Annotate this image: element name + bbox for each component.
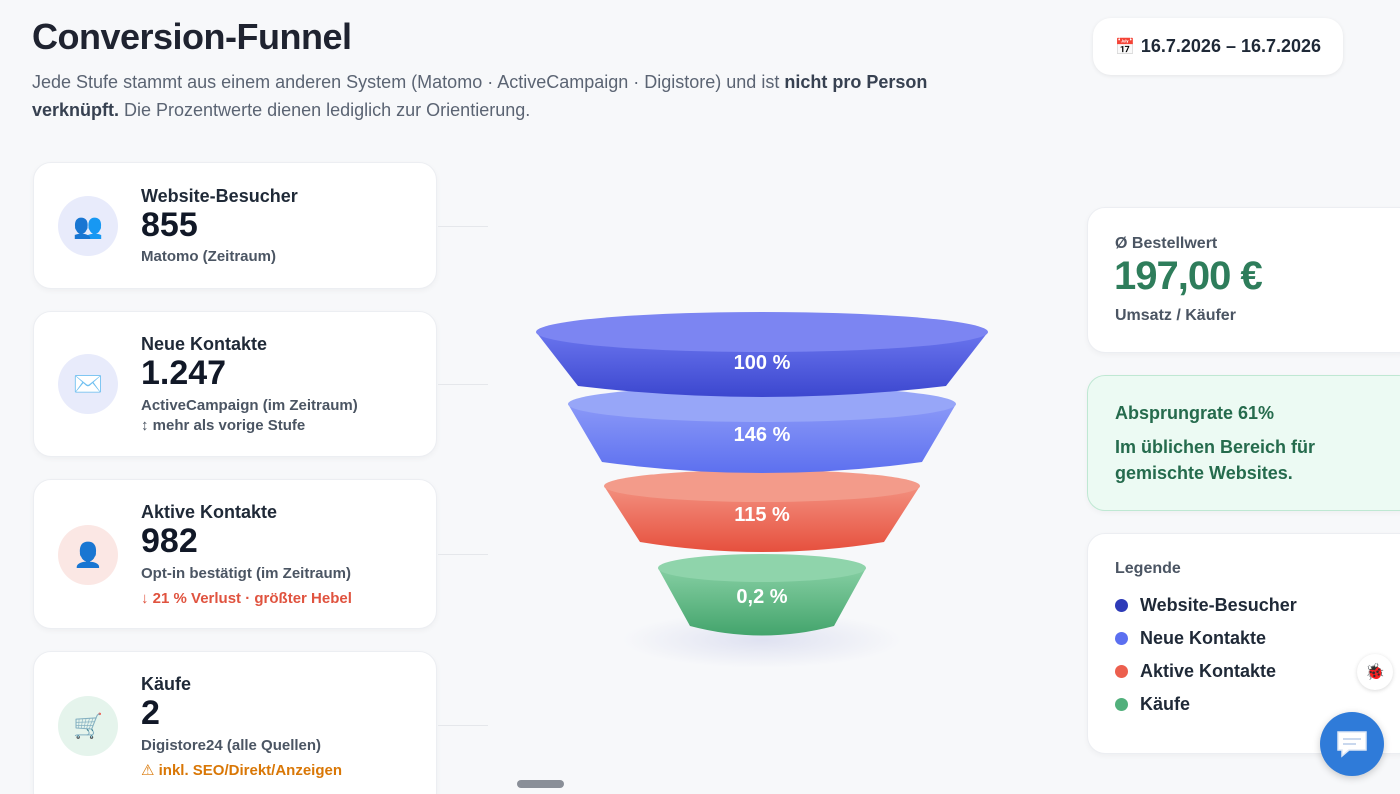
- date-range-label: 16.7.2026 – 16.7.2026: [1140, 36, 1322, 56]
- subtitle-text: Jede Stufe stammt aus einem anderen Syst…: [32, 72, 785, 92]
- date-range-picker[interactable]: 📅 16.7.2026 – 16.7.2026: [1093, 18, 1343, 75]
- legend-item-active-contacts: Aktive Kontakte: [1115, 661, 1276, 682]
- bounce-rate-card: Absprungrate 61% Im üblichen Bereich für…: [1087, 375, 1400, 511]
- page-title: Conversion-Funnel: [32, 16, 352, 57]
- aov-value: 197,00 €: [1114, 254, 1263, 298]
- stage-card-active-contacts: 👤 Aktive Kontakte 982 Opt-in bestätigt (…: [33, 479, 437, 629]
- stage-source: ActiveCampaign (im Zeitraum): [141, 397, 358, 414]
- connector-line: [438, 554, 488, 555]
- stage-card-visitors: 👥 Website-Besucher 855 Matomo (Zeitraum): [33, 162, 437, 289]
- funnel-percent-purchases: 0,2 %: [736, 586, 788, 608]
- scroll-handle[interactable]: [517, 780, 564, 788]
- aov-subtext: Umsatz / Käufer: [1115, 307, 1236, 324]
- stage-value: 2: [141, 694, 160, 732]
- bug-report-button[interactable]: 🐞: [1357, 654, 1393, 690]
- legend-dot: [1115, 698, 1128, 711]
- aov-label: Ø Bestellwert: [1115, 235, 1218, 252]
- calendar-icon: 📅: [1114, 38, 1135, 56]
- subtitle-text-end: Die Prozentwerte dienen lediglich zur Or…: [119, 100, 531, 120]
- stage-value: 855: [141, 206, 198, 244]
- stage-loss-note: ↓ 21 % Verlust · größter Hebel: [141, 590, 352, 607]
- stage-value: 982: [141, 522, 198, 560]
- chat-bubble-icon: [1337, 731, 1367, 758]
- legend-item-new-contacts: Neue Kontakte: [1115, 628, 1266, 649]
- legend-label: Käufe: [1140, 694, 1191, 714]
- legend-dot: [1115, 599, 1128, 612]
- legend-title: Legende: [1115, 560, 1181, 577]
- stage-source: Matomo (Zeitraum): [141, 248, 276, 265]
- aov-card: Ø Bestellwert 197,00 € Umsatz / Käufer: [1087, 207, 1400, 353]
- stage-card-purchases: 🛒 Käufe 2 Digistore24 (alle Quellen) ⚠ i…: [33, 651, 437, 794]
- legend-dot: [1115, 632, 1128, 645]
- page-subtitle: Jede Stufe stammt aus einem anderen Syst…: [32, 68, 932, 124]
- person-icon: 👤: [58, 525, 118, 585]
- legend-item-purchases: Käufe: [1115, 694, 1190, 715]
- envelope-icon: ✉️: [58, 354, 118, 414]
- bounce-rate-title: Absprungrate 61%: [1115, 403, 1275, 423]
- funnel-percent-visitors: 100 %: [733, 352, 791, 374]
- legend-label: Website-Besucher: [1140, 595, 1297, 615]
- connector-line: [438, 725, 488, 726]
- stage-value: 1.247: [141, 354, 227, 392]
- legend-dot: [1115, 665, 1128, 678]
- stage-note: ↕ mehr als vorige Stufe: [141, 417, 306, 434]
- users-icon: 👥: [58, 196, 118, 256]
- bug-icon: 🐞: [1365, 664, 1385, 681]
- cart-icon: 🛒: [58, 696, 118, 756]
- stage-label: Website-Besucher: [141, 186, 298, 206]
- legend-label: Neue Kontakte: [1140, 628, 1267, 648]
- funnel-percent-new-contacts: 146 %: [733, 424, 791, 446]
- stage-card-new-contacts: ✉️ Neue Kontakte 1.247 ActiveCampaign (i…: [33, 311, 437, 457]
- legend-item-visitors: Website-Besucher: [1115, 595, 1297, 616]
- stage-source: Opt-in bestätigt (im Zeitraum): [141, 565, 351, 582]
- connector-line: [438, 384, 488, 385]
- legend-label: Aktive Kontakte: [1140, 661, 1277, 681]
- stage-source: Digistore24 (alle Quellen): [141, 737, 322, 754]
- stage-label: Neue Kontakte: [141, 334, 268, 354]
- stage-label: Käufe: [141, 674, 192, 694]
- stage-warning-note: ⚠ inkl. SEO/Direkt/Anzeigen: [141, 762, 342, 779]
- funnel-percent-active-contacts: 115 %: [734, 504, 790, 526]
- funnel-chart: 100 % 146 % 115 % 0,2 %: [490, 300, 1050, 680]
- chat-button[interactable]: [1320, 712, 1384, 776]
- bounce-rate-text: Im üblichen Bereich für gemischte Websit…: [1115, 437, 1316, 483]
- stage-label: Aktive Kontakte: [141, 502, 278, 522]
- connector-line: [438, 226, 488, 227]
